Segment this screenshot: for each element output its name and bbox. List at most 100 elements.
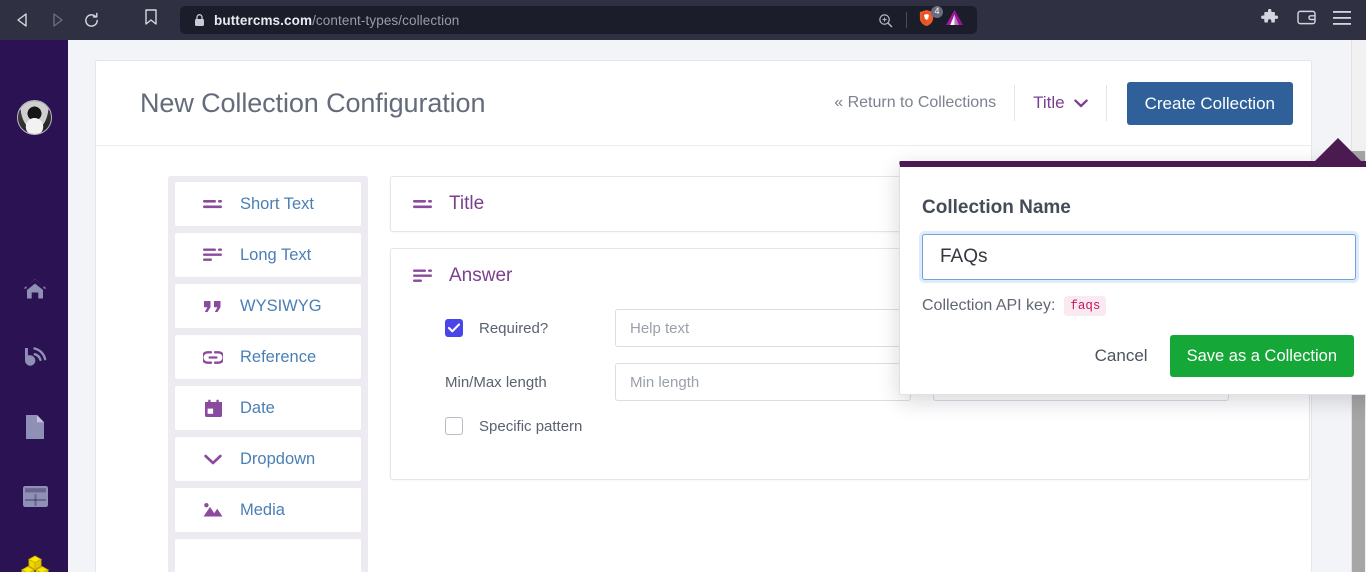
long-text-icon (413, 266, 433, 286)
field-type-label: Reference (240, 347, 317, 366)
field-type-label: Long Text (240, 245, 312, 264)
sheet-header: New Collection Configuration « Return to… (96, 61, 1311, 146)
link-reference-icon (203, 347, 223, 367)
chevron-down-icon (1073, 93, 1088, 113)
create-collection-button[interactable]: Create Collection (1126, 81, 1293, 125)
field-type-label: Dropdown (240, 449, 316, 468)
sidebar-item-blog[interactable] (19, 344, 51, 376)
browser-toolbar: buttercms.com/content-types/collection 4 (0, 0, 1366, 40)
sidebar-item-pages[interactable] (19, 413, 51, 445)
collection-api-key-value: faqs (1064, 296, 1107, 316)
return-to-collections-link[interactable]: « Return to Collections (834, 94, 1014, 112)
field-type-dropdown[interactable]: Dropdown (174, 436, 362, 482)
minmax-length-label: Min/Max length (445, 373, 547, 391)
header-divider-2 (1105, 85, 1107, 121)
field-type-short-text[interactable]: Short Text (174, 181, 362, 227)
puzzle-extensions-icon (1261, 8, 1279, 32)
page-document-icon (24, 414, 46, 445)
collection-name-popover: Collection Name Collection API key: faqs… (899, 138, 1366, 395)
zoom-in-icon[interactable] (870, 13, 900, 28)
browser-right-actions (1254, 4, 1366, 36)
specific-pattern-checkbox[interactable] (445, 417, 463, 435)
help-text-input[interactable] (615, 309, 911, 347)
field-type-label: Media (240, 500, 285, 519)
specific-pattern-label: Specific pattern (479, 417, 583, 435)
field-type-next-partial[interactable] (174, 538, 362, 572)
url-domain: buttercms.com (214, 12, 313, 28)
collection-api-key-label: Collection API key: (922, 297, 1056, 314)
app-sidebar (0, 40, 68, 572)
calendar-icon (203, 398, 223, 418)
popover-title: Collection Name (922, 197, 1071, 218)
short-text-icon (203, 194, 223, 214)
bookmark-button[interactable] (134, 3, 168, 37)
forward-arrow-icon (49, 12, 65, 28)
back-arrow-icon (15, 12, 31, 28)
avatar-image (18, 101, 51, 134)
sidebar-item-content-types[interactable] (19, 553, 51, 572)
field-type-wysiwyg[interactable]: WYSIWYG (174, 283, 362, 329)
image-media-icon (203, 500, 223, 520)
option-row-pattern: Specific pattern (445, 417, 1287, 435)
field-type-long-text[interactable]: Long Text (174, 232, 362, 278)
configuration-sheet: New Collection Configuration « Return to… (95, 60, 1366, 572)
required-checkbox[interactable] (445, 319, 463, 337)
field-name: Answer (449, 265, 513, 286)
shield-blocked-count: 4 (931, 5, 943, 18)
table-grid-icon (22, 485, 49, 513)
navigation-buttons (6, 3, 108, 37)
field-type-panel: Short Text Long Text WYSIWYG Reference D… (168, 176, 368, 572)
popover-body: Collection Name Collection API key: faqs (900, 167, 1366, 316)
field-name: Title (449, 193, 485, 214)
address-bar-actions: 4 (870, 5, 969, 32)
required-checkbox-group[interactable]: Required? (445, 319, 600, 337)
long-text-icon (203, 245, 223, 265)
brave-shields-button[interactable]: 4 (913, 5, 943, 32)
field-type-date[interactable]: Date (174, 385, 362, 431)
title-field-select[interactable]: Title (1015, 93, 1106, 113)
page-title: New Collection Configuration (140, 87, 486, 118)
brave-triangle-logo-icon (945, 9, 964, 31)
extensions-button[interactable] (1254, 4, 1286, 36)
reload-button[interactable] (74, 3, 108, 37)
required-label: Required? (479, 319, 549, 337)
cancel-button[interactable]: Cancel (1095, 346, 1148, 366)
quote-marks-icon (203, 296, 223, 316)
sidebar-item-home[interactable] (19, 275, 51, 307)
pattern-checkbox-group[interactable]: Specific pattern (445, 417, 582, 435)
popover-actions: Cancel Save as a Collection (1095, 334, 1354, 377)
lock-icon (194, 13, 205, 27)
browser-menu-button[interactable] (1326, 4, 1358, 36)
field-type-label: Date (240, 398, 275, 417)
short-text-icon (413, 194, 433, 214)
page-viewport: New Collection Configuration « Return to… (0, 40, 1366, 572)
toolbar-divider (906, 12, 907, 28)
reload-icon (83, 12, 100, 29)
chevron-down-icon (203, 449, 223, 469)
minmax-label-group: Min/Max length (445, 374, 600, 391)
min-length-input[interactable] (615, 363, 911, 401)
header-actions: « Return to Collections Title Create Col… (834, 81, 1293, 125)
save-as-collection-button[interactable]: Save as a Collection (1169, 334, 1354, 377)
field-type-label: WYSIWYG (240, 296, 322, 315)
url-path: /content-types/collection (312, 12, 460, 28)
brave-wallet-icon (1296, 9, 1316, 31)
field-type-media[interactable]: Media (174, 487, 362, 533)
popover-arrow (1314, 138, 1362, 162)
collection-name-input[interactable] (922, 234, 1356, 280)
avatar[interactable] (17, 100, 52, 135)
sidebar-item-collections[interactable] (19, 483, 51, 515)
url-text: buttercms.com/content-types/collection (214, 13, 459, 28)
wallet-button[interactable] (1290, 4, 1322, 36)
brave-rewards-button[interactable] (939, 9, 969, 31)
hamburger-menu-icon (1333, 10, 1351, 30)
field-type-label: Short Text (240, 194, 314, 213)
address-bar[interactable]: buttercms.com/content-types/collection 4 (180, 5, 977, 34)
main-content: New Collection Configuration « Return to… (68, 40, 1366, 572)
bookmark-icon (144, 9, 158, 31)
blog-rss-icon (22, 345, 49, 375)
forward-button[interactable] (40, 3, 74, 37)
field-type-reference[interactable]: Reference (174, 334, 362, 380)
title-select-value: Title (1033, 93, 1065, 112)
back-button[interactable] (6, 3, 40, 37)
